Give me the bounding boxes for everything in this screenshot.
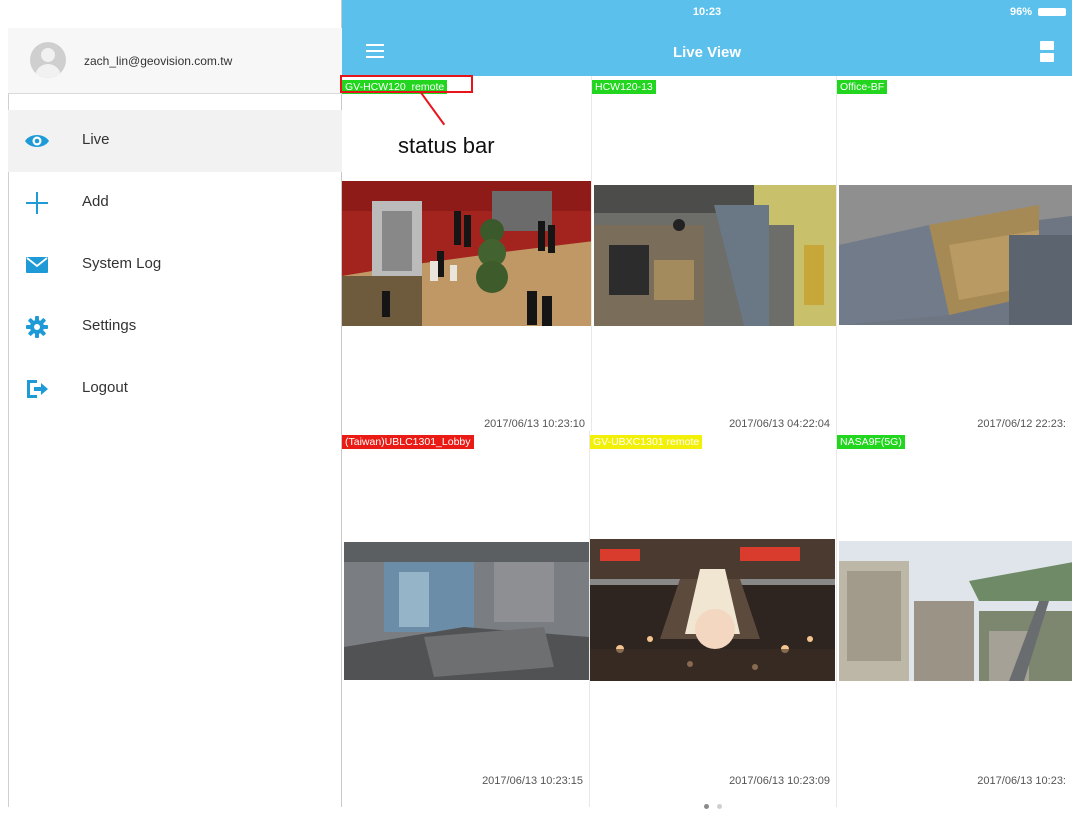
camera-feed-image	[839, 185, 1072, 325]
gear-icon	[24, 315, 50, 339]
camera-status-bar: (Taiwan)UBLC1301_Lobby	[342, 435, 474, 449]
eye-icon	[24, 129, 50, 153]
ios-status-bar: 10:23 96%	[342, 0, 1072, 24]
camera-timestamp: 2017/06/13 10:23:	[977, 775, 1066, 787]
annotation-label: status bar	[398, 133, 495, 158]
camera-status-bar: HCW120-13	[592, 80, 656, 94]
camera-status-bar: NASA9F(5G)	[837, 435, 905, 449]
sidebar-item-label: Live	[82, 131, 110, 148]
battery-percent: 96%	[1009, 6, 1032, 18]
page-indicator[interactable]	[704, 796, 730, 814]
user-email: zach_lin@geovision.com.tw	[84, 54, 233, 68]
camera-tile[interactable]: GV-HCW120_remote 2017/06/13 10:23:10	[342, 76, 592, 431]
camera-status-bar: GV-UBXC1301 remote	[590, 435, 703, 449]
annotation-box	[340, 75, 473, 93]
sidebar-item-add[interactable]: Add	[8, 172, 342, 234]
camera-feed-image	[344, 542, 589, 680]
sidebar-item-settings[interactable]: Settings	[8, 296, 342, 358]
account-header[interactable]: zach_lin@geovision.com.tw	[8, 28, 342, 94]
logout-icon	[24, 377, 50, 401]
camera-grid: GV-HCW120_remote 2017/06/13 10:23:10 HCW…	[342, 76, 1072, 807]
camera-status-bar: Office-BF	[837, 80, 888, 94]
sidebar-item-label: Settings	[82, 317, 137, 334]
camera-tile[interactable]: NASA9F(5G) 2017/06/13 10:23:	[837, 431, 1072, 807]
navigation-bar: Live View	[342, 24, 1072, 76]
page-title: Live View	[672, 44, 742, 61]
camera-tile[interactable]: GV-UBXC1301 remote 2017/06/13 10:23:09	[590, 431, 837, 807]
camera-feed-image	[590, 539, 835, 681]
camera-tile[interactable]: HCW120-13 2017/06/13 04:22:04	[592, 76, 837, 431]
battery-icon	[1038, 8, 1066, 16]
clock: 10:23	[692, 6, 722, 18]
camera-tile[interactable]: Office-BF 2017/06/12 22:23:	[837, 76, 1072, 431]
sidebar-item-live[interactable]: Live	[8, 110, 342, 172]
sidebar-item-logout[interactable]: Logout	[8, 358, 342, 420]
camera-timestamp: 2017/06/13 04:22:04	[729, 418, 830, 430]
avatar	[30, 42, 66, 78]
camera-timestamp: 2017/06/12 22:23:	[977, 418, 1066, 430]
plus-icon	[24, 191, 50, 215]
layout-toggle-icon[interactable]	[1040, 41, 1054, 63]
sidebar-item-label: Add	[82, 193, 109, 210]
sidebar: zach_lin@geovision.com.tw Live Add Syste…	[0, 0, 342, 807]
camera-timestamp: 2017/06/13 10:23:15	[482, 775, 583, 787]
camera-feed-image	[594, 185, 836, 326]
sidebar-item-label: Logout	[82, 379, 128, 396]
sidebar-item-system-log[interactable]: System Log	[8, 234, 342, 296]
camera-timestamp: 2017/06/13 10:23:09	[729, 775, 830, 787]
camera-tile[interactable]: (Taiwan)UBLC1301_Lobby 2017/06/13 10:23:…	[342, 431, 590, 807]
camera-timestamp: 2017/06/13 10:23:10	[484, 418, 585, 430]
sidebar-item-label: System Log	[82, 255, 162, 272]
envelope-icon	[24, 253, 50, 277]
camera-feed-image	[342, 181, 591, 326]
camera-feed-image	[839, 541, 1072, 681]
